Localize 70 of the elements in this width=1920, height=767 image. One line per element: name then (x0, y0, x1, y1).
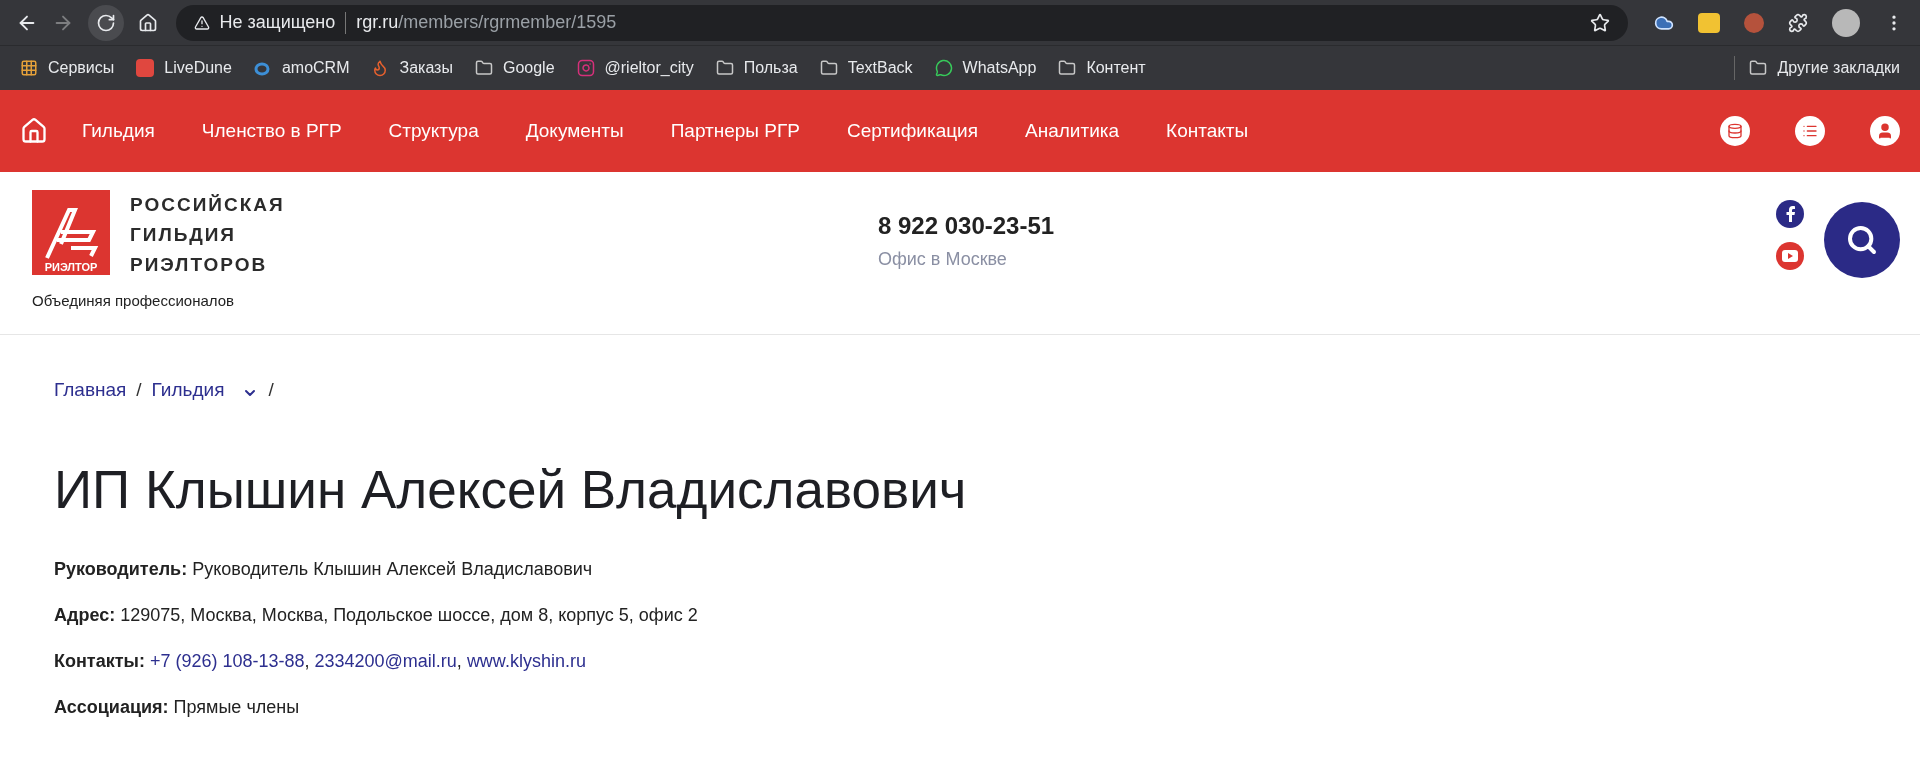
logo-mark[interactable]: РИЭЛТОР (32, 190, 110, 275)
page-title: ИП Клышин Алексей Владиславович (54, 459, 968, 521)
bookmark-item[interactable]: Сервисы (20, 56, 115, 80)
detail-value: Руководитель Клышин Алексей Владиславович (192, 559, 593, 579)
office-label: Офис в Москве (878, 248, 1008, 271)
nav-link[interactable]: Документы (525, 116, 624, 146)
detail-value: 129075, Москва, Москва, Подольское шоссе, дом 8, корпус 5, офис 2 (120, 605, 698, 625)
bookmark-item[interactable]: Заказы (371, 56, 453, 80)
user-icon[interactable] (1870, 116, 1900, 146)
comma-separator: , (304, 651, 310, 671)
other-bookmarks-item[interactable]: Другие закладки (1749, 56, 1900, 80)
home-button[interactable] (137, 12, 158, 33)
logo-badge-text: РИЭЛТОР (44, 262, 98, 273)
bookmark-star-icon[interactable] (1590, 12, 1610, 33)
bookmark-item[interactable]: Контент (1058, 56, 1146, 80)
square-logo-icon (136, 59, 155, 77)
contact-link[interactable]: +7 (926) 108-13-88 (149, 651, 305, 671)
database-icon[interactable] (1720, 116, 1750, 146)
tagline: Объединяя профессионалов (32, 291, 236, 311)
comma-separator: , (456, 651, 462, 671)
detail-label: Руководитель: (54, 559, 188, 579)
profile-avatar[interactable] (1832, 8, 1860, 37)
logo-text: ГИЛЬДИЯ (130, 223, 237, 247)
bookmark-item[interactable]: TextBack (819, 56, 913, 80)
home-icon[interactable] (20, 117, 48, 145)
folder-icon (715, 59, 734, 77)
extensions-icon[interactable] (1788, 12, 1808, 33)
detail-label: Контакты: (54, 651, 145, 671)
contact-link[interactable]: 2334200@mail.ru (314, 651, 457, 671)
nav-link[interactable]: Контакты (1166, 116, 1249, 146)
warning-icon (193, 14, 210, 31)
logo-text: РОССИЙСКАЯ (130, 193, 285, 217)
reload-icon (95, 12, 116, 33)
folder-icon (1058, 59, 1077, 77)
url-text: rgr.ru/members/rgrmember/1595 (356, 11, 617, 34)
folder-icon (819, 59, 838, 77)
breadcrumb-separator: / (136, 377, 142, 402)
nav-link[interactable]: Сертификация (846, 116, 979, 146)
bookmark-item[interactable]: @rieltor_city (576, 56, 694, 80)
instagram-icon (576, 59, 595, 77)
detail-label: Ассоциация: (54, 697, 169, 717)
bookmark-item[interactable]: WhatsApp (934, 56, 1037, 80)
search-icon (1846, 224, 1878, 256)
facebook-icon[interactable] (1776, 200, 1804, 228)
bookmark-item[interactable]: LiveDune (136, 56, 232, 80)
video-play-icon[interactable] (1776, 242, 1804, 270)
detail-value: Прямые члены (173, 697, 300, 717)
breadcrumb-separator: / (268, 377, 274, 402)
nav-link[interactable]: Членство в РГР (201, 116, 342, 146)
nav-link[interactable]: Гильдия (82, 116, 155, 146)
chat-bubble-icon (934, 59, 953, 77)
contact-link[interactable]: www.klyshin.ru (466, 651, 586, 671)
reload-button[interactable] (88, 4, 124, 41)
bookmark-item[interactable]: Польза (715, 56, 798, 80)
logo-text: РИЭЛТОРОВ (130, 253, 269, 277)
folder-icon (474, 59, 493, 77)
phone-number[interactable]: 8 922 030-23-51 (878, 208, 1055, 244)
nav-link[interactable]: Партнеры РГР (670, 116, 800, 146)
list-icon[interactable] (1795, 116, 1825, 146)
address-bar[interactable]: Не защищено rgr.ru/members/rgrmember/1595 (175, 4, 1628, 41)
bookmark-item[interactable]: Google (474, 56, 555, 80)
folder-icon (1749, 59, 1768, 77)
nav-link[interactable]: Структура (388, 116, 479, 146)
breadcrumb-link[interactable]: Гильдия (151, 375, 225, 405)
apps-grid-icon (20, 59, 38, 77)
nav-link[interactable]: Аналитика (1025, 116, 1120, 146)
breadcrumb-link[interactable]: Главная (54, 375, 127, 405)
bookmark-item[interactable]: amoCRM (253, 56, 350, 80)
detail-label: Адрес: (54, 605, 116, 625)
security-label: Не защищено (219, 11, 336, 34)
